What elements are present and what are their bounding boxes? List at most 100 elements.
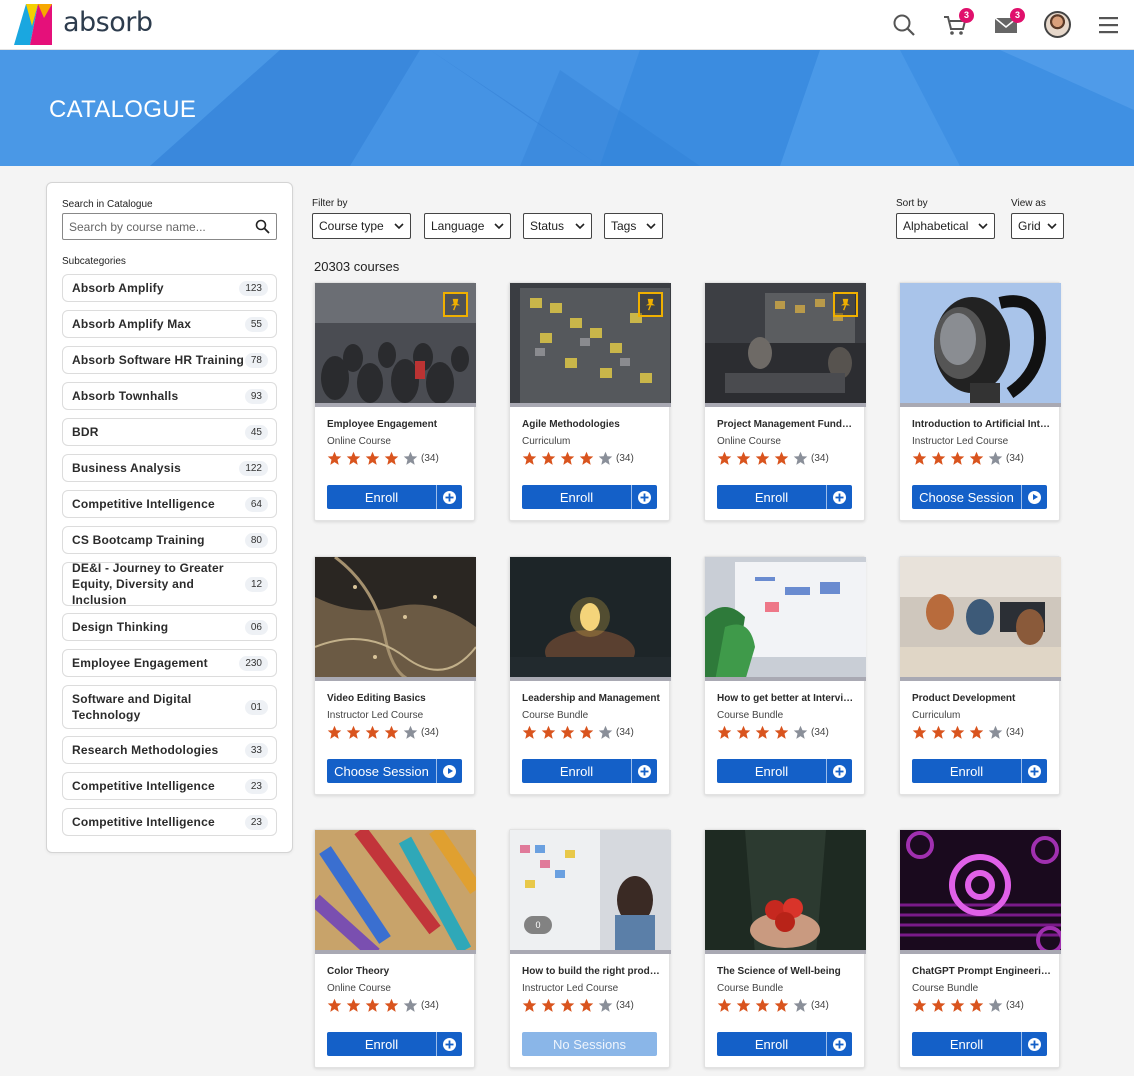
choose-session-button[interactable]: Choose Session — [327, 759, 462, 783]
enroll-button[interactable]: Enroll — [717, 485, 852, 509]
review-count: (34) — [421, 727, 439, 738]
course-thumbnail[interactable] — [510, 283, 671, 407]
star-icon — [598, 725, 613, 739]
star-icon — [931, 998, 946, 1012]
search-field[interactable] — [62, 213, 277, 240]
subcategory-item[interactable]: Competitive Intelligence 23 — [62, 808, 277, 836]
search-icon[interactable] — [255, 219, 270, 234]
subcategory-item[interactable]: BDR 45 — [62, 418, 277, 446]
button-label: Choose Session — [334, 763, 429, 779]
course-thumbnail[interactable] — [315, 557, 476, 681]
course-title[interactable]: Video Editing Basics — [327, 693, 467, 704]
course-title[interactable]: Color Theory — [327, 966, 467, 977]
course-title[interactable]: Agile Methodologies — [522, 419, 662, 430]
enroll-button[interactable]: Enroll — [327, 485, 462, 509]
enroll-button[interactable]: Enroll — [522, 759, 657, 783]
course-thumbnail[interactable] — [900, 283, 1061, 407]
avatar[interactable] — [1044, 11, 1071, 38]
subcategory-item[interactable]: Software and Digital Technology 01 — [62, 685, 277, 729]
star-icon — [793, 725, 808, 739]
messages-badge: 3 — [1010, 8, 1025, 23]
language-dropdown[interactable]: Language — [424, 213, 511, 239]
review-count: (34) — [1006, 453, 1024, 464]
menu-icon[interactable] — [1096, 12, 1122, 38]
absorb-logo-icon[interactable] — [14, 4, 52, 45]
star-icon — [560, 725, 575, 739]
subcategory-item[interactable]: Design Thinking 06 — [62, 613, 277, 641]
pin-icon[interactable] — [443, 292, 468, 317]
pin-icon[interactable] — [638, 292, 663, 317]
subcategory-name: Software and Digital Technology — [72, 692, 192, 722]
course-type-dropdown[interactable]: Course type — [312, 213, 411, 239]
course-title[interactable]: How to build the right product — [522, 966, 662, 977]
status-dropdown[interactable]: Status — [523, 213, 592, 239]
enroll-button[interactable]: Enroll — [717, 759, 852, 783]
course-title[interactable]: Project Management Fundamentals — [717, 419, 857, 430]
course-card[interactable]: Agile Methodologies Curriculum (34) Enroll — [509, 282, 671, 521]
course-card[interactable]: ChatGPT Prompt Engineering Course Bundle (… — [899, 829, 1061, 1068]
star-icon — [774, 451, 789, 465]
review-count: (34) — [811, 1000, 829, 1011]
sort-dropdown[interactable]: Alphabetical — [896, 213, 995, 239]
subcategory-item[interactable]: Business Analysis 122 — [62, 454, 277, 482]
star-icon — [579, 725, 594, 739]
course-title[interactable]: Leadership and Management — [522, 693, 662, 704]
results-count: 20303 courses — [314, 259, 400, 274]
course-title[interactable]: How to get better at Interviewing — [717, 693, 857, 704]
course-card[interactable]: The Science of Well-being Course Bundle (3… — [704, 829, 866, 1068]
course-thumbnail[interactable] — [900, 557, 1061, 681]
mail-icon[interactable]: 3 — [993, 8, 1025, 38]
course-thumbnail[interactable] — [705, 557, 866, 681]
pin-icon[interactable] — [833, 292, 858, 317]
course-card[interactable]: Video Editing Basics Instructor Led Cours… — [314, 556, 476, 795]
subcategory-item[interactable]: Employee Engagement 230 — [62, 649, 277, 677]
course-thumbnail[interactable] — [900, 830, 1061, 954]
search-input[interactable] — [63, 214, 243, 239]
subcategory-item[interactable]: Absorb Software HR Training 78 — [62, 346, 277, 374]
course-card[interactable]: Project Management Fundamentals Online Co… — [704, 282, 866, 521]
course-thumbnail[interactable] — [315, 283, 476, 407]
cart-icon[interactable]: 3 — [942, 8, 974, 38]
enroll-button[interactable]: Enroll — [717, 1032, 852, 1056]
subcategory-item[interactable]: Absorb Townhalls 93 — [62, 382, 277, 410]
subcategory-item[interactable]: Absorb Amplify Max 55 — [62, 310, 277, 338]
star-icon — [717, 451, 732, 465]
search-icon[interactable] — [891, 12, 917, 38]
course-card[interactable]: Product Development Curriculum (34) Enroll — [899, 556, 1061, 795]
course-card[interactable]: How to get better at Interviewing Course … — [704, 556, 866, 795]
course-title[interactable]: Product Development — [912, 693, 1052, 704]
rating: (34) — [327, 998, 439, 1013]
enroll-button[interactable]: Enroll — [912, 759, 1047, 783]
course-card[interactable]: 0 How to build the right product Instructo… — [509, 829, 671, 1068]
enroll-button[interactable]: Enroll — [327, 1032, 462, 1056]
course-type: Course Bundle — [522, 710, 589, 721]
course-title[interactable]: The Science of Well-being — [717, 966, 857, 977]
subcategory-item[interactable]: Absorb Amplify 123 — [62, 274, 277, 302]
course-title[interactable]: Employee Engagement — [327, 419, 467, 430]
course-thumbnail[interactable] — [315, 830, 476, 954]
course-card[interactable]: Employee Engagement Online Course (34) Enro… — [314, 282, 476, 521]
subcategory-item[interactable]: Competitive Intelligence 64 — [62, 490, 277, 518]
course-title[interactable]: ChatGPT Prompt Engineering — [912, 966, 1052, 977]
enroll-button[interactable]: Enroll — [912, 1032, 1047, 1056]
subcategory-item[interactable]: CS Bootcamp Training 80 — [62, 526, 277, 554]
course-thumbnail[interactable]: 0 — [510, 830, 671, 954]
star-icon — [384, 725, 399, 739]
course-card[interactable]: Introduction to Artificial Intelligence I… — [899, 282, 1061, 521]
view-dropdown[interactable]: Grid — [1011, 213, 1064, 239]
subcategory-item[interactable]: Research Methodologies 33 — [62, 736, 277, 764]
course-card[interactable]: Color Theory Online Course (34) Enroll — [314, 829, 476, 1068]
tags-dropdown[interactable]: Tags — [604, 213, 663, 239]
course-title[interactable]: Introduction to Artificial Intelligence — [912, 419, 1052, 430]
subcategory-item[interactable]: Competitive Intelligence 23 — [62, 772, 277, 800]
button-label: Choose Session — [919, 489, 1014, 505]
course-card[interactable]: Leadership and Management Course Bundle (3… — [509, 556, 671, 795]
enroll-button[interactable]: Enroll — [522, 485, 657, 509]
star-icon — [560, 998, 575, 1012]
choose-session-button[interactable]: Choose Session — [912, 485, 1047, 509]
course-thumbnail[interactable] — [705, 283, 866, 407]
course-thumbnail[interactable] — [510, 557, 671, 681]
subcategory-item[interactable]: DE&I - Journey to Greater Equity, Divers… — [62, 561, 277, 607]
add-icon — [827, 1037, 852, 1051]
course-thumbnail[interactable] — [705, 830, 866, 954]
